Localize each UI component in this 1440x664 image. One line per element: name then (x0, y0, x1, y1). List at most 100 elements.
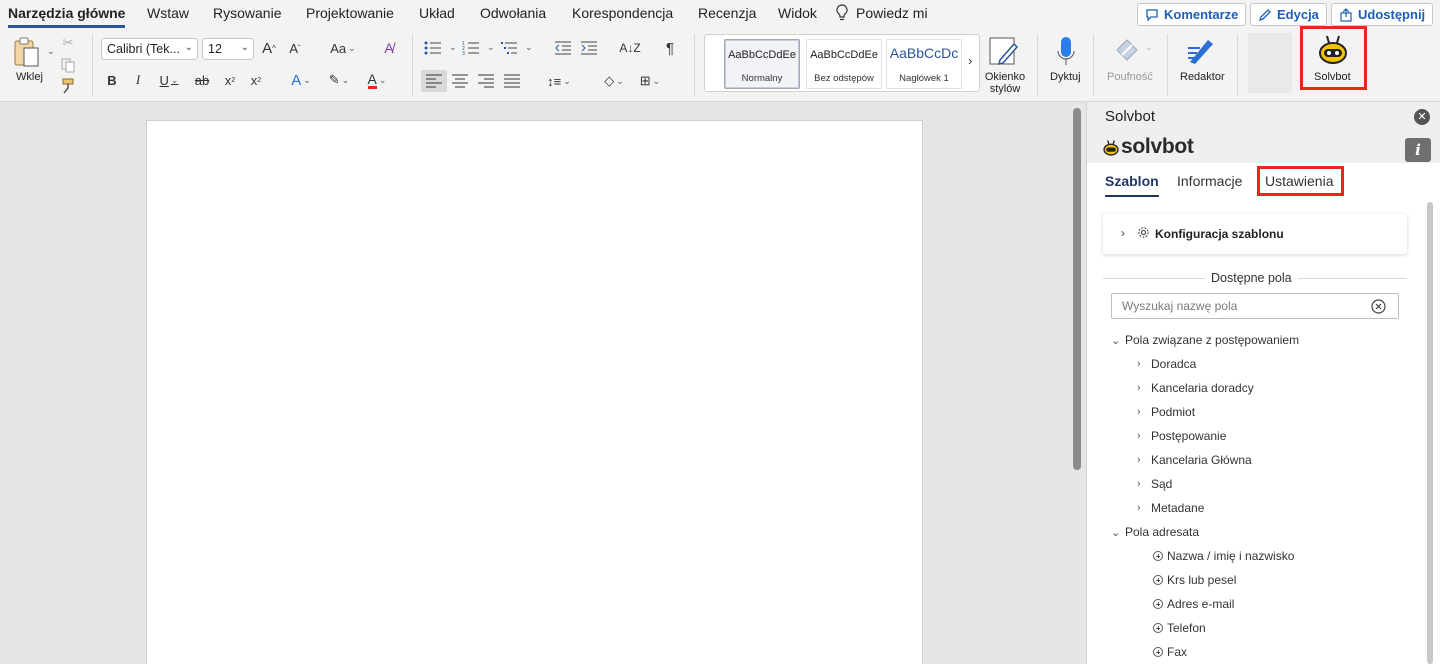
tree-group-proceedings[interactable]: ⌄ Pola związane z postępowaniem (1111, 333, 1299, 347)
styles-pane-label[interactable]: Okienko stylów (980, 71, 1030, 95)
pane-scrollbar[interactable] (1427, 202, 1433, 664)
numbering-icon[interactable]: 123 (462, 41, 480, 55)
tree-item-advisor[interactable]: › Doradca (1137, 357, 1196, 371)
tab-view[interactable]: Widok (778, 5, 817, 21)
microphone-icon[interactable] (1055, 36, 1077, 68)
sensitivity-label[interactable]: Poufność (1107, 71, 1153, 83)
subscript-icon[interactable]: x2 (222, 72, 238, 88)
copy-icon[interactable] (60, 57, 76, 73)
show-formatting-icon[interactable]: ¶ (663, 38, 677, 58)
tree-item-court[interactable]: › Sąd (1137, 477, 1172, 491)
bold-icon[interactable]: B (105, 72, 119, 88)
borders-icon[interactable]: ⊞ ⌄ (634, 70, 666, 92)
format-painter-icon[interactable] (60, 78, 76, 94)
style-heading-1[interactable]: AaBbCcDc Nagłówek 1 (886, 39, 962, 89)
sensitivity-dropdown-icon[interactable]: ⌄ (1145, 42, 1153, 53)
numbering-dropdown-icon[interactable]: ⌄ (487, 42, 495, 53)
cut-icon[interactable]: ✂ (61, 35, 75, 51)
solvbot-highlight-box (1300, 26, 1367, 90)
multilevel-list-icon[interactable] (500, 41, 518, 55)
share-button[interactable]: Udostępnij (1331, 3, 1434, 26)
tab-information[interactable]: Informacje (1177, 173, 1242, 189)
tab-template[interactable]: Szablon (1105, 173, 1159, 197)
sensitivity-icon[interactable] (1114, 36, 1140, 64)
paste-icon[interactable] (12, 36, 42, 68)
editor-label[interactable]: Redaktor (1180, 71, 1225, 83)
bullets-icon[interactable] (424, 41, 442, 55)
decrease-indent-icon[interactable] (554, 41, 572, 55)
change-case-icon[interactable]: Aa ⌄ (326, 38, 360, 58)
clear-search-icon[interactable] (1371, 299, 1386, 314)
field-email[interactable]: Adres e-mail (1153, 597, 1234, 611)
tell-me-search[interactable]: Powiedz mi (856, 5, 928, 21)
tree-item-label: Sąd (1151, 477, 1173, 491)
justify-icon[interactable] (504, 74, 520, 88)
tab-design[interactable]: Projektowanie (306, 5, 394, 21)
close-pane-icon[interactable]: ✕ (1414, 109, 1430, 125)
add-field-icon (1153, 575, 1163, 585)
line-spacing-icon[interactable]: ↕≡ ⌄ (542, 70, 576, 92)
tab-insert[interactable]: Wstaw (147, 5, 189, 21)
tab-home[interactable]: Narzędzia główne (8, 5, 126, 28)
document-page[interactable] (146, 120, 923, 664)
styles-more-chevron-icon[interactable]: › (968, 53, 972, 68)
template-config-label: Konfiguracja szablonu (1155, 227, 1284, 241)
text-effects-icon[interactable]: A ⌄ (286, 70, 316, 90)
italic-icon[interactable]: I (131, 72, 145, 88)
tree-item-main-office[interactable]: › Kancelaria Główna (1137, 453, 1252, 467)
add-field-icon (1153, 551, 1163, 561)
editing-mode-button[interactable]: Edycja (1250, 3, 1327, 26)
superscript-icon[interactable]: x2 (248, 72, 264, 88)
tab-references[interactable]: Odwołania (480, 5, 546, 21)
tree-group-addressee[interactable]: ⌄ Pola adresata (1111, 525, 1199, 539)
tree-item-proceeding[interactable]: › Postępowanie (1137, 429, 1226, 443)
comments-button[interactable]: Komentarze (1137, 3, 1247, 26)
share-icon (1340, 7, 1352, 22)
styles-pane-icon[interactable] (988, 36, 1020, 68)
bullets-dropdown-icon[interactable]: ⌄ (449, 42, 457, 53)
strikethrough-icon[interactable]: ab (195, 72, 209, 88)
font-color-icon[interactable]: A ⌄ (362, 70, 392, 90)
increase-indent-icon[interactable] (580, 41, 598, 55)
multilevel-dropdown-icon[interactable]: ⌄ (525, 42, 533, 53)
tree-item-label: Doradca (1151, 357, 1197, 371)
underline-icon[interactable]: U ⌄ (156, 72, 182, 88)
grow-font-icon[interactable]: A ^ (260, 38, 278, 58)
template-config-section[interactable]: › Konfiguracja szablonu (1103, 214, 1407, 254)
field-krs-pesel[interactable]: Krs lub pesel (1153, 573, 1236, 587)
font-size-select[interactable]: 12 ⌄ (202, 38, 254, 60)
align-right-icon[interactable] (478, 74, 494, 88)
sort-icon[interactable]: A↓Z (619, 37, 640, 59)
field-phone[interactable]: Telefon (1153, 621, 1206, 635)
paste-label: Wklej (16, 71, 43, 83)
style-normal[interactable]: AaBbCcDdEe Normalny (724, 39, 800, 89)
font-size-value: 12 (208, 42, 222, 56)
tab-draw[interactable]: Rysowanie (213, 5, 281, 21)
style-no-spacing[interactable]: AaBbCcDdEe Bez odstępów (806, 39, 882, 89)
lightbulb-icon (836, 4, 848, 21)
field-fax[interactable]: Fax (1153, 645, 1187, 659)
tree-item-metadata[interactable]: › Metadane (1137, 501, 1204, 515)
tree-item-advisor-office[interactable]: › Kancelaria doradcy (1137, 381, 1254, 395)
font-name-select[interactable]: Calibri (Tek... ⌄ (101, 38, 198, 60)
paste-dropdown-icon[interactable]: ⌄ (47, 46, 55, 57)
editor-icon[interactable] (1186, 36, 1218, 66)
style-no-spacing-name: Bez odstępów (814, 73, 874, 84)
clear-formatting-icon[interactable]: A̸ (380, 38, 398, 58)
shading-icon[interactable]: ◇ ⌄ (598, 70, 630, 92)
tree-item-entity[interactable]: › Podmiot (1137, 405, 1195, 419)
document-scrollbar[interactable] (1073, 108, 1081, 470)
add-field-icon (1153, 647, 1163, 657)
field-label: Fax (1167, 645, 1188, 659)
task-pane-title: Solvbot (1105, 108, 1156, 125)
shrink-font-icon[interactable]: Aˇ (286, 38, 304, 58)
highlight-icon[interactable]: ✎ ⌄ (324, 70, 354, 90)
tab-layout[interactable]: Układ (419, 5, 455, 21)
align-center-icon[interactable] (452, 74, 468, 88)
dictate-label[interactable]: Dyktuj (1050, 71, 1081, 83)
info-icon[interactable]: i (1405, 138, 1431, 162)
field-search-input[interactable] (1111, 293, 1399, 319)
field-name[interactable]: Nazwa / imię i nazwisko (1153, 549, 1294, 563)
tab-mailings[interactable]: Korespondencja (572, 5, 673, 21)
tab-review[interactable]: Recenzja (698, 5, 756, 21)
